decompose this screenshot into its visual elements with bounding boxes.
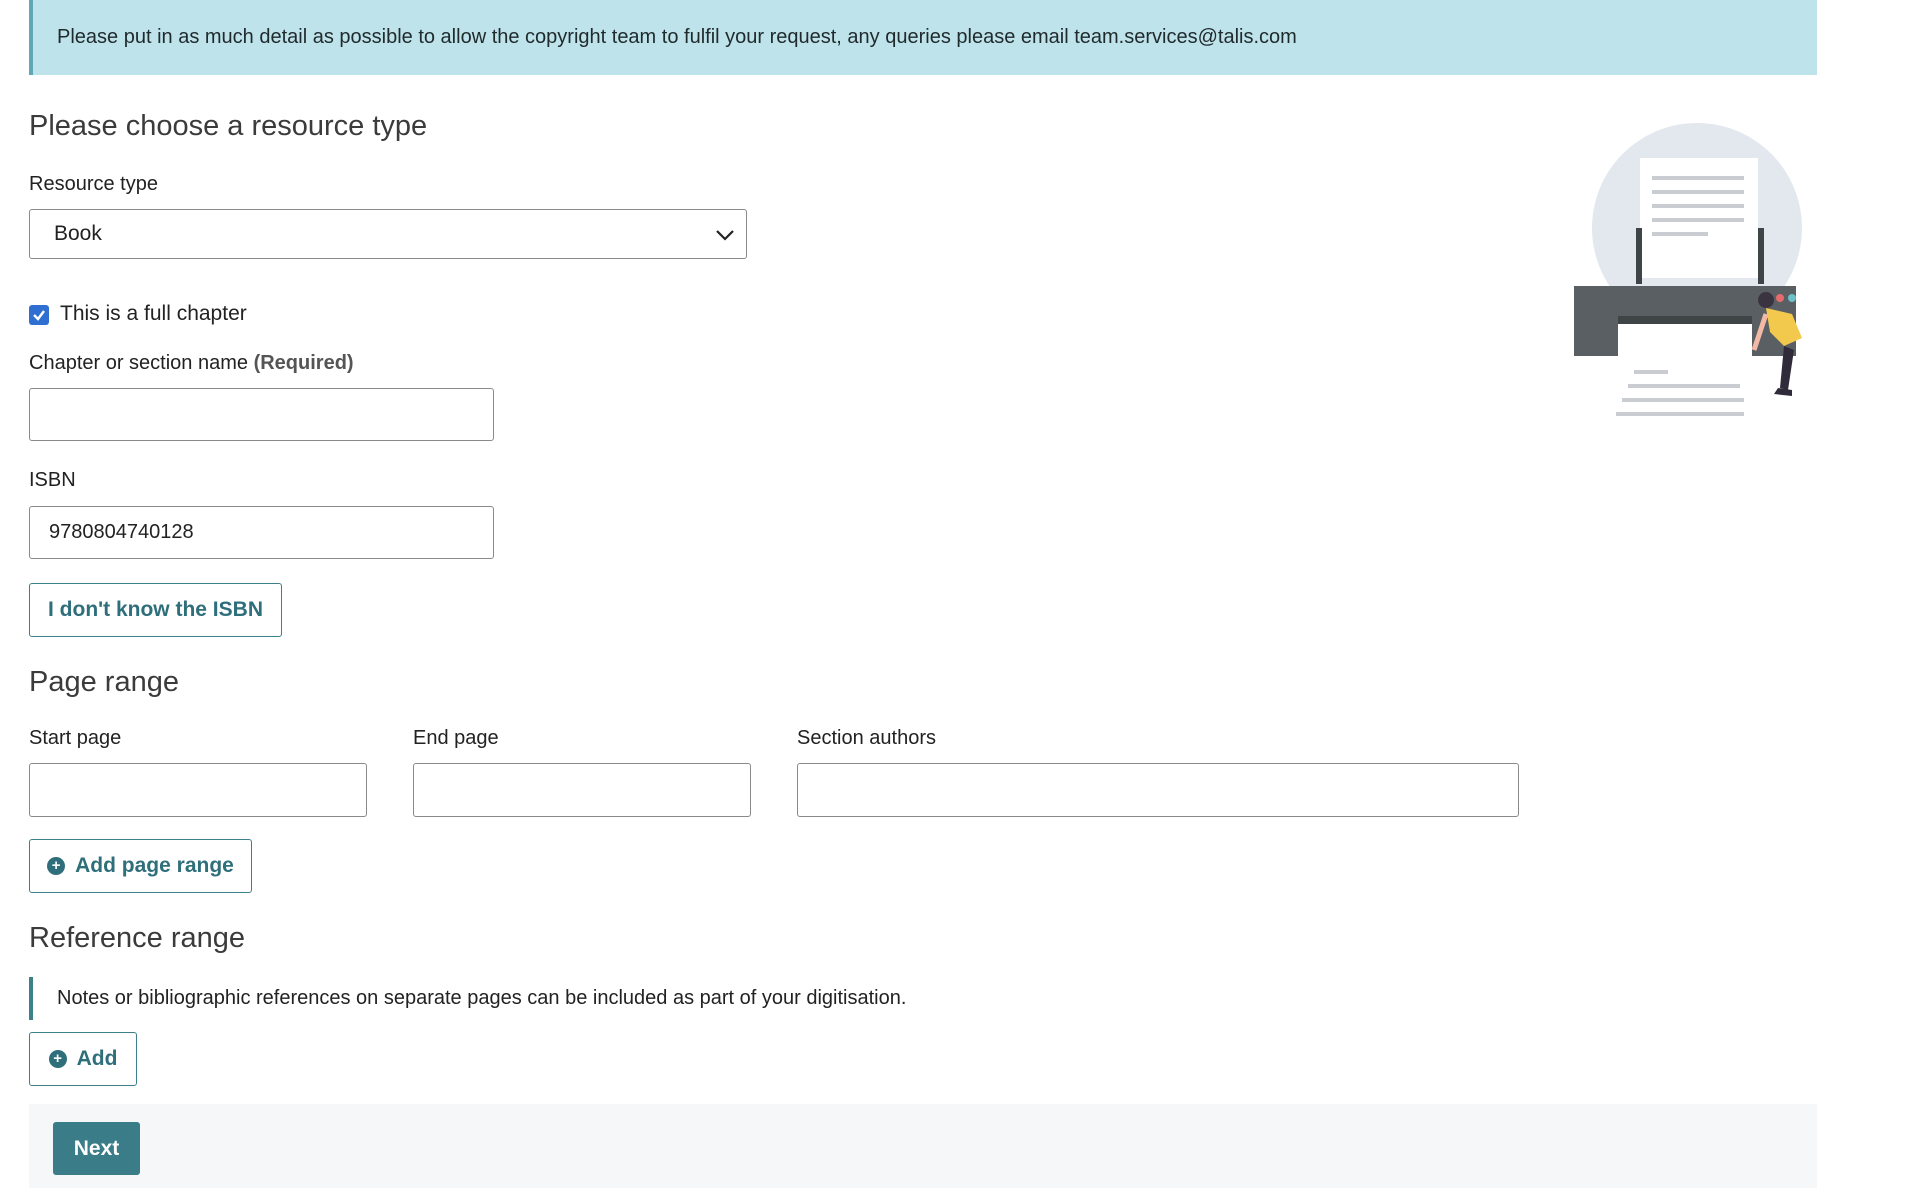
next-button[interactable]: Next: [53, 1122, 140, 1175]
add-reference-button[interactable]: + Add: [29, 1032, 137, 1086]
next-button-label: Next: [73, 1136, 120, 1160]
full-chapter-checkbox[interactable]: [29, 305, 49, 325]
info-banner-text: Please put in as much detail as possible…: [57, 26, 1297, 48]
resource-type-heading: Please choose a resource type: [29, 110, 428, 142]
resource-type-label: Resource type: [29, 173, 158, 195]
full-chapter-label[interactable]: This is a full chapter: [60, 302, 247, 326]
section-authors-label: Section authors: [797, 727, 936, 749]
chapter-name-label: Chapter or section name (Required): [29, 352, 354, 375]
resource-type-selected-value: Book: [54, 222, 102, 245]
printer-illustration: [1574, 123, 1802, 416]
end-page-label: End page: [413, 727, 499, 749]
unknown-isbn-button-label: I don't know the ISBN: [48, 598, 263, 621]
info-banner: Please put in as much detail as possible…: [29, 0, 1817, 75]
isbn-input[interactable]: 9780804740128: [29, 506, 494, 559]
plus-circle-icon: +: [47, 857, 66, 875]
required-marker: (Required): [253, 352, 354, 374]
add-reference-label: Add: [76, 1047, 118, 1070]
chevron-down-icon: [716, 230, 734, 241]
resource-type-select[interactable]: Book: [29, 209, 747, 259]
request-form-page: Please put in as much detail as possible…: [0, 0, 1920, 1188]
isbn-label: ISBN: [29, 469, 76, 491]
section-authors-input[interactable]: [797, 763, 1519, 817]
unknown-isbn-button[interactable]: I don't know the ISBN: [29, 583, 282, 637]
footer-bar: [29, 1104, 1817, 1188]
isbn-value: 9780804740128: [49, 521, 194, 543]
reference-note-text: Notes or bibliographic references on sep…: [57, 987, 907, 1009]
end-page-input[interactable]: [413, 763, 751, 817]
reference-note: Notes or bibliographic references on sep…: [29, 977, 906, 1020]
chapter-name-label-text: Chapter or section name: [29, 352, 249, 374]
page-range-heading: Page range: [29, 666, 179, 698]
checkmark-icon: [33, 310, 45, 321]
chapter-name-input[interactable]: [29, 388, 494, 441]
add-page-range-label: Add page range: [75, 854, 234, 877]
add-page-range-button[interactable]: + Add page range: [29, 839, 252, 893]
start-page-label: Start page: [29, 727, 122, 749]
plus-circle-icon: +: [48, 1050, 67, 1068]
start-page-input[interactable]: [29, 763, 367, 817]
reference-range-heading: Reference range: [29, 922, 246, 954]
